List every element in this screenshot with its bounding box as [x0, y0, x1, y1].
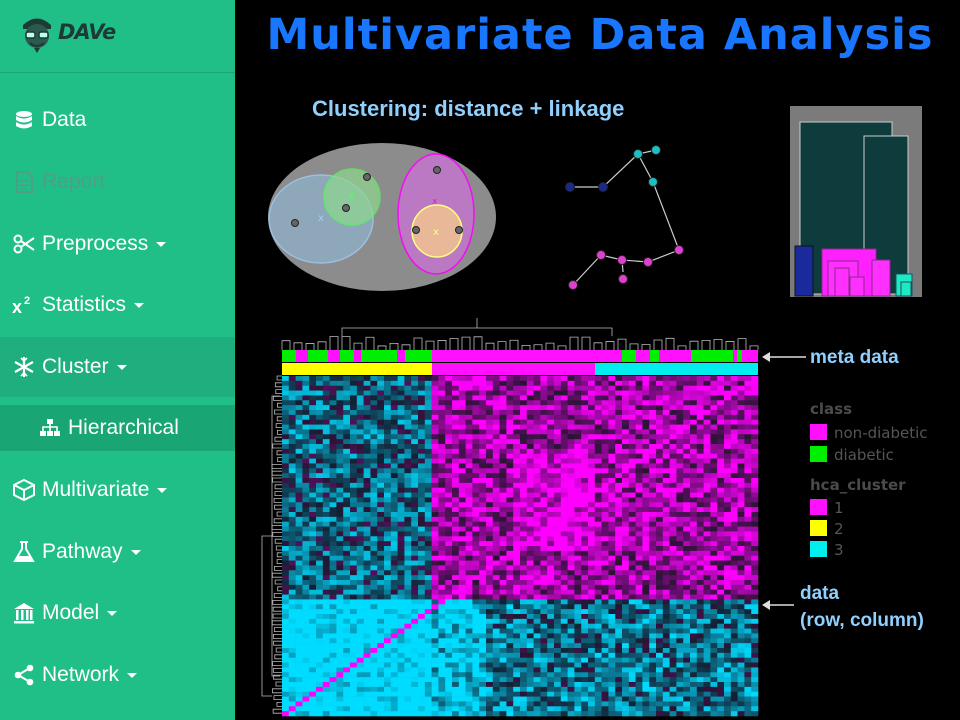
svg-text:x: x — [432, 197, 438, 207]
legend-label-cluster-3: 3 — [834, 541, 844, 559]
legend-swatch-cluster-1 — [810, 499, 827, 515]
legend-swatch-cluster-2 — [810, 520, 827, 536]
caret-down-icon — [127, 672, 138, 678]
caret-down-icon — [134, 302, 145, 308]
nav-item-label: Pathway — [42, 540, 123, 563]
caret-down-icon — [107, 610, 118, 616]
svg-text:x: x — [12, 297, 22, 316]
nav-item-label: Model — [42, 601, 100, 624]
legend-class-title: class — [810, 400, 853, 418]
nav-item-preprocess[interactable]: Preprocess — [0, 214, 235, 274]
svg-text:x: x — [433, 227, 439, 238]
svg-text:x: x — [349, 191, 355, 201]
superscript-x2-icon: x2 — [12, 293, 36, 317]
legend-label-diabetic: diabetic — [834, 446, 894, 464]
nav-item-data[interactable]: Data — [0, 90, 235, 150]
nav-item-multivariate[interactable]: Multivariate — [0, 460, 235, 520]
nav-item-hierarchical[interactable]: Hierarchical — [0, 405, 235, 451]
dave-logo-icon — [23, 18, 51, 53]
dendrogram-box-diagram — [790, 106, 922, 297]
cluster-venn-diagram: x x x x — [268, 143, 496, 291]
section-subtitle: Clustering: distance + linkage — [312, 96, 625, 121]
database-icon — [12, 108, 36, 132]
share-icon — [12, 663, 36, 687]
legend-cluster-title: hca_cluster — [810, 476, 906, 494]
data-label-line1: data — [800, 583, 840, 604]
nav-item-report[interactable]: Report — [0, 152, 235, 212]
legend-label-cluster-2: 2 — [834, 520, 844, 538]
nav-item-label: Report — [42, 170, 106, 193]
brand-name: DAVe — [58, 20, 116, 44]
heatmap-cells — [282, 376, 759, 717]
scissors-icon — [12, 232, 36, 256]
row-dendrogram — [261, 375, 282, 714]
nav-item-label: Data — [42, 108, 87, 131]
nav-item-label: Network — [42, 663, 120, 686]
data-arrow-icon — [762, 600, 794, 610]
meta-data-bars — [282, 350, 758, 375]
legend-swatch-non-diabetic — [810, 424, 827, 440]
sitemap-icon — [38, 416, 62, 440]
data-label: data (row, column) — [800, 580, 924, 634]
nav-item-cluster[interactable]: Cluster — [0, 337, 235, 397]
legend-swatch-diabetic — [810, 446, 827, 462]
meta-data-label: meta data — [810, 347, 899, 368]
caret-down-icon — [116, 364, 127, 370]
legend-label-cluster-1: 1 — [834, 499, 844, 517]
nav-item-pathway[interactable]: Pathway — [0, 522, 235, 582]
column-dendrogram — [281, 318, 759, 350]
nav-item-label: Preprocess — [42, 232, 149, 255]
data-label-line2: (row, column) — [800, 610, 924, 631]
nav-item-label: Statistics — [42, 293, 127, 316]
nav-item-statistics[interactable]: x 2 Statistics — [0, 275, 235, 335]
cube-icon — [12, 478, 36, 502]
page-title: Multivariate Data Analysis — [266, 10, 934, 60]
nav-item-label: Hierarchical — [68, 416, 179, 439]
nav-item-model[interactable]: Model — [0, 583, 235, 643]
meta-arrow-icon — [762, 352, 806, 362]
caret-down-icon — [156, 241, 167, 247]
nav-item-network[interactable]: Network — [0, 645, 235, 705]
svg-text:x: x — [318, 213, 324, 224]
file-text-icon — [12, 170, 36, 194]
bank-icon — [12, 601, 36, 625]
sidebar: DAVe Data Report Preprocess x 2 Statistics Clu… — [0, 0, 235, 720]
legend-swatch-cluster-3 — [810, 541, 827, 557]
nav-item-label: Multivariate — [42, 478, 150, 501]
linkage-chain-diagram — [565, 145, 684, 290]
svg-text:2: 2 — [24, 295, 30, 307]
caret-down-icon — [130, 549, 141, 555]
caret-down-icon — [157, 487, 168, 493]
snowflake-icon — [12, 355, 36, 379]
heatmap-panel — [261, 318, 759, 717]
nav-item-label: Cluster — [42, 355, 109, 378]
brand-logo[interactable]: DAVe — [0, 0, 235, 73]
flask-icon — [12, 540, 36, 564]
legend-label-non-diabetic: non-diabetic — [834, 424, 928, 442]
